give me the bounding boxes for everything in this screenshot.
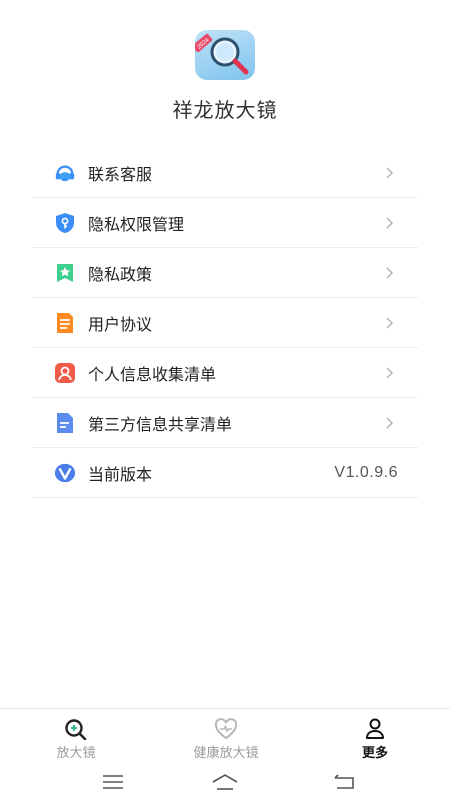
- back-icon[interactable]: [330, 770, 358, 794]
- menu-item-label: 个人信息收集清单: [88, 366, 217, 384]
- menu-item-personal-info-list[interactable]: 个人信息收集清单: [32, 348, 418, 398]
- menu-item-label: 隐私政策: [88, 266, 153, 284]
- menu-item-contact-support[interactable]: 联系客服: [32, 148, 418, 198]
- tab-label: 放大镜: [56, 745, 96, 760]
- menu-item-label: 当前版本: [88, 466, 153, 484]
- chevron-right-icon: [382, 266, 396, 280]
- tab-more[interactable]: 更多: [345, 709, 405, 765]
- menu-item-user-agreement[interactable]: 用户协议: [32, 298, 418, 348]
- chevron-right-icon: [382, 416, 396, 430]
- menu-item-current-version[interactable]: 当前版本 V1.0.9.6: [32, 448, 418, 498]
- menu-item-third-party-sharing-list[interactable]: 第三方信息共享清单: [32, 398, 418, 448]
- bottom-tab-bar: 放大镜 健康放大镜 更多: [0, 708, 450, 764]
- chevron-right-icon: [382, 366, 396, 380]
- person-icon: [54, 362, 76, 384]
- tab-magnifier[interactable]: 放大镜: [40, 709, 112, 765]
- menu-item-privacy-permissions[interactable]: 隐私权限管理: [32, 198, 418, 248]
- app-header: 2024 祥龙放大镜: [0, 0, 450, 140]
- customer-service-icon: [54, 162, 76, 184]
- app-title: 祥龙放大镜: [172, 100, 278, 122]
- person-tab-icon: [363, 718, 387, 740]
- heart-tab-icon: [214, 718, 238, 740]
- chevron-right-icon: [382, 216, 396, 230]
- home-icon[interactable]: [211, 770, 239, 794]
- chevron-right-icon: [382, 316, 396, 330]
- menu-item-label: 用户协议: [88, 316, 153, 334]
- settings-menu: 联系客服 隐私权限管理 隐私政策 用户协议 个人信息收集清单 第三方信息共享清单…: [32, 148, 418, 498]
- file-icon: [54, 412, 76, 434]
- shield-key-icon: [54, 212, 76, 234]
- bookmark-star-icon: [54, 262, 76, 284]
- tab-label: 更多: [361, 745, 388, 760]
- system-navigation-bar: [0, 764, 450, 800]
- version-v-icon: [54, 462, 76, 484]
- menu-item-label: 第三方信息共享清单: [88, 416, 233, 434]
- chevron-right-icon: [382, 166, 396, 180]
- menu-icon[interactable]: [99, 770, 127, 794]
- magnifier-tab-icon: [64, 718, 88, 740]
- document-icon: [54, 312, 76, 334]
- menu-item-privacy-policy[interactable]: 隐私政策: [32, 248, 418, 298]
- menu-item-label: 联系客服: [88, 166, 153, 184]
- tab-health-magnifier[interactable]: 健康放大镜: [180, 709, 272, 765]
- tab-label: 健康放大镜: [193, 745, 259, 760]
- magnifier-app-icon: 2024: [195, 30, 255, 80]
- version-number: V1.0.9.6: [334, 463, 398, 481]
- menu-item-label: 隐私权限管理: [88, 216, 185, 234]
